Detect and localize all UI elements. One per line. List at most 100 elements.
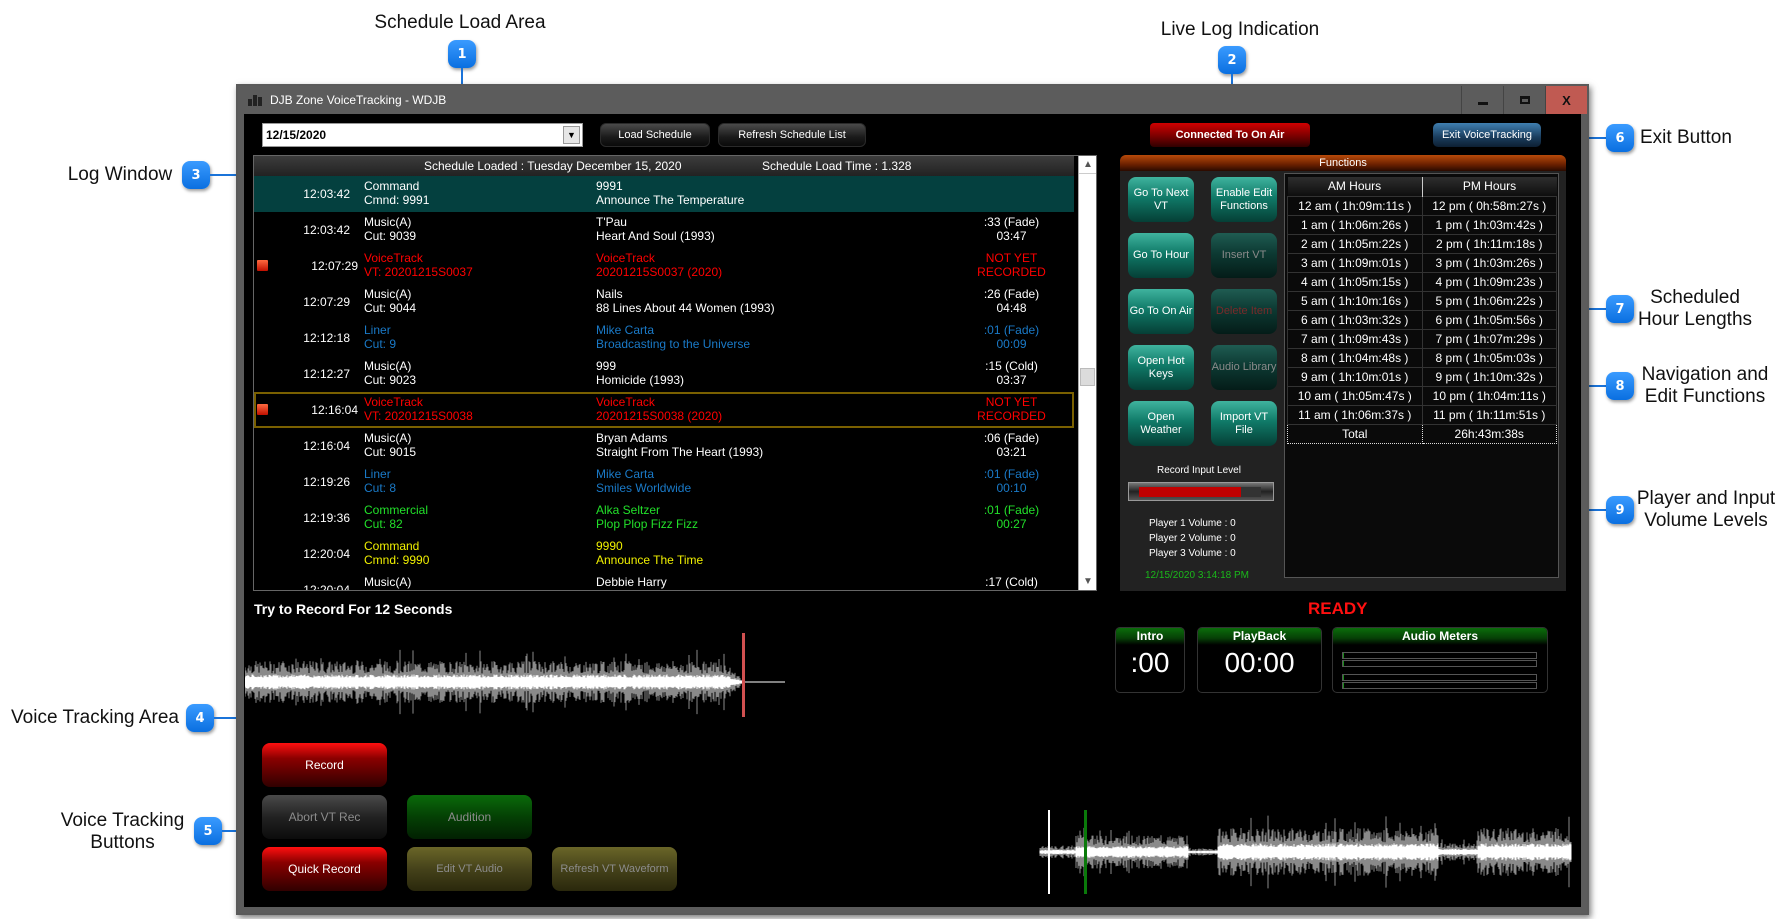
log-scrollbar[interactable]: ▲ ▼ bbox=[1078, 156, 1096, 590]
minimize-icon bbox=[1477, 101, 1488, 105]
load-schedule-button[interactable]: Load Schedule bbox=[600, 123, 710, 147]
log-row-type: Command bbox=[364, 179, 420, 193]
log-row[interactable]: 12:20:04 Music(A) Debbie Harry:17 (Cold) bbox=[254, 572, 1074, 590]
log-row-duration-cell: :15 (Cold) 03:37 bbox=[954, 359, 1069, 387]
function-button-insert-vt[interactable]: Insert VT bbox=[1211, 233, 1277, 278]
playback-value: 00:00 bbox=[1224, 647, 1295, 678]
log-row[interactable]: 12:20:04 Command Cmnd: 9990 9990 Announce Th… bbox=[254, 536, 1074, 572]
log-header: Schedule Loaded : Tuesday December 15, 2… bbox=[254, 156, 1074, 176]
log-window: Schedule Loaded : Tuesday December 15, 2… bbox=[253, 155, 1097, 591]
status-ready: READY bbox=[1308, 599, 1368, 618]
scroll-down-icon[interactable]: ▼ bbox=[1079, 572, 1096, 590]
log-row-intro: NOT YET bbox=[985, 395, 1038, 409]
log-row-title: Smiles Worldwide bbox=[596, 481, 692, 495]
log-row[interactable]: 12:03:42 Music(A) Cut: 9039 T'Pau Heart And … bbox=[254, 212, 1074, 248]
log-row-type: Music(A) bbox=[364, 359, 412, 373]
log-row[interactable]: 12:12:27 Music(A) Cut: 9023 999 Homicide (19… bbox=[254, 356, 1074, 392]
log-row-intro: :17 (Cold) bbox=[985, 575, 1038, 589]
record-prompt: Try to Record For 12 Seconds bbox=[254, 601, 453, 617]
record-position-marker bbox=[742, 633, 745, 717]
voicetrack-waveform[interactable] bbox=[245, 630, 790, 722]
function-button-delete-item[interactable]: Delete Item bbox=[1211, 289, 1277, 334]
dropdown-arrow-icon[interactable]: ▼ bbox=[563, 126, 580, 144]
log-row-title: Heart And Soul (1993) bbox=[596, 229, 715, 243]
log-row-id: Cmnd: 9991 bbox=[364, 193, 430, 207]
pm-hour-cell: 2 pm ( 1h:11m:18s ) bbox=[1421, 233, 1557, 254]
hours-row: 4 am ( 1h:05m:15s ) 4 pm ( 1h:09m:23s ) bbox=[1287, 271, 1557, 292]
log-row[interactable]: 12:19:36 Commercial Cut: 82 Alka Seltzer Plo… bbox=[254, 500, 1074, 536]
function-button-audio-library[interactable]: Audio Library bbox=[1211, 345, 1277, 390]
log-row[interactable]: 12:03:42 Command Cmnd: 9991 9991 Announce Th… bbox=[254, 176, 1074, 212]
log-row-title-cell: VoiceTrack 20201215S0038 (2020) bbox=[596, 395, 722, 423]
schedule-loaded-text: Schedule Loaded : Tuesday December 15, 2… bbox=[424, 159, 682, 173]
edit-vt-audio-button[interactable]: Edit VT Audio bbox=[407, 847, 532, 891]
log-row-id: VT: 20201215S0038 bbox=[364, 409, 473, 423]
log-row-time: 12:07:29 bbox=[303, 295, 350, 309]
log-row[interactable]: 12:16:04 VoiceTrack VT: 20201215S0038 Voice… bbox=[254, 392, 1074, 428]
log-row-id: Cut: 9023 bbox=[364, 373, 417, 387]
log-row-title-cell: Nails 88 Lines About 44 Women (1993) bbox=[596, 287, 775, 315]
log-row-artist: Alka Seltzer bbox=[596, 503, 661, 517]
title-bar[interactable]: DJB Zone VoiceTracking - WDJB X bbox=[238, 86, 1587, 114]
quick-record-button[interactable]: Quick Record bbox=[262, 847, 387, 891]
audition-button[interactable]: Audition bbox=[407, 795, 532, 839]
log-row-type-cell: VoiceTrack VT: 20201215S0038 bbox=[364, 395, 473, 423]
minimize-button[interactable] bbox=[1461, 86, 1503, 114]
log-row-duration-cell bbox=[954, 179, 1069, 193]
scroll-up-icon[interactable]: ▲ bbox=[1079, 156, 1096, 174]
log-row-type: Liner bbox=[364, 323, 391, 337]
log-row-title: 20201215S0037 (2020) bbox=[596, 265, 723, 279]
record-input-level-meter[interactable] bbox=[1128, 482, 1274, 501]
am-hour-cell: 2 am ( 1h:05m:22s ) bbox=[1287, 233, 1423, 254]
log-row-title-cell: 999 Homicide (1993) bbox=[596, 359, 684, 387]
annotation-badge-8: 8 bbox=[1606, 372, 1634, 400]
log-row-artist: Nails bbox=[596, 287, 623, 301]
log-row[interactable]: 12:12:18 Liner Cut: 9 Mike Carta Broadcastin… bbox=[254, 320, 1074, 356]
next-item-waveform[interactable] bbox=[1038, 808, 1572, 896]
log-row[interactable]: 12:07:29 Music(A) Cut: 9044 Nails 88 Lines A… bbox=[254, 284, 1074, 320]
log-row-length: RECORDED bbox=[977, 409, 1046, 423]
function-button-import-vt-file[interactable]: Import VT File bbox=[1211, 401, 1277, 446]
log-row[interactable]: 12:19:26 Liner Cut: 8 Mike Carta Smiles Worl… bbox=[254, 464, 1074, 500]
clock-readout: 12/15/2020 3:14:18 PM bbox=[1145, 570, 1249, 581]
annotation-badge-9: 9 bbox=[1606, 496, 1634, 524]
abort-vt-rec-button[interactable]: Abort VT Rec bbox=[262, 795, 387, 839]
refresh-schedule-list-button[interactable]: Refresh Schedule List bbox=[718, 123, 866, 147]
log-row[interactable]: 12:07:29 VoiceTrack VT: 20201215S0037 Voice… bbox=[254, 248, 1074, 284]
function-button-go-to-hour[interactable]: Go To Hour bbox=[1128, 233, 1194, 278]
log-row-duration-cell: NOT YET RECORDED bbox=[954, 395, 1069, 423]
function-button-open-hot-keys[interactable]: Open Hot Keys bbox=[1128, 345, 1194, 390]
scroll-thumb[interactable] bbox=[1080, 368, 1095, 386]
waveform-start-marker bbox=[1048, 810, 1050, 894]
log-row[interactable]: 12:16:04 Music(A) Cut: 9015 Bryan Adams Stra… bbox=[254, 428, 1074, 464]
log-row-title-cell: T'Pau Heart And Soul (1993) bbox=[596, 215, 715, 243]
schedule-date-dropdown[interactable]: 12/15/2020 ▼ bbox=[262, 123, 583, 147]
refresh-vt-waveform-button[interactable]: Refresh VT Waveform bbox=[552, 847, 677, 891]
log-row-title-cell: 9990 Announce The Time bbox=[596, 539, 703, 567]
intro-label: Intro bbox=[1116, 628, 1184, 645]
intro-marker bbox=[1084, 810, 1087, 894]
pm-hour-cell: 8 pm ( 1h:05m:03s ) bbox=[1421, 347, 1557, 368]
log-row-artist: 999 bbox=[596, 359, 617, 373]
close-button[interactable]: X bbox=[1545, 86, 1587, 114]
voicetrack-marker-icon bbox=[257, 404, 268, 415]
annotation-label-volume-levels: Player and Input Volume Levels bbox=[1636, 488, 1776, 531]
annotation-badge-4: 4 bbox=[186, 704, 214, 732]
log-row-artist: 9991 bbox=[596, 179, 623, 193]
function-button-open-weather[interactable]: Open Weather bbox=[1128, 401, 1194, 446]
connected-on-air-indicator[interactable]: Connected To On Air bbox=[1150, 123, 1310, 147]
record-button[interactable]: Record bbox=[262, 743, 387, 787]
exit-voicetracking-button[interactable]: Exit VoiceTracking bbox=[1433, 123, 1541, 147]
maximize-button[interactable] bbox=[1503, 86, 1545, 114]
log-row-duration-cell: NOT YET RECORDED bbox=[954, 251, 1069, 279]
function-button-go-to-next-vt[interactable]: Go To Next VT bbox=[1128, 177, 1194, 222]
pm-hour-cell: 4 pm ( 1h:09m:23s ) bbox=[1421, 271, 1557, 292]
annotation-label-log-window: Log Window bbox=[67, 164, 173, 185]
log-row-duration-cell: :06 (Fade) 03:21 bbox=[954, 431, 1069, 459]
log-row-length: 00:10 bbox=[996, 481, 1027, 495]
function-button-enable-edit-functions[interactable]: Enable Edit Functions bbox=[1211, 177, 1277, 222]
hours-row: 1 am ( 1h:06m:26s ) 1 pm ( 1h:03m:42s ) bbox=[1287, 214, 1557, 235]
function-button-go-to-on-air[interactable]: Go To On Air bbox=[1128, 289, 1194, 334]
log-row-time: 12:19:36 bbox=[303, 511, 350, 525]
am-hour-cell: 11 am ( 1h:06m:37s ) bbox=[1287, 404, 1423, 425]
